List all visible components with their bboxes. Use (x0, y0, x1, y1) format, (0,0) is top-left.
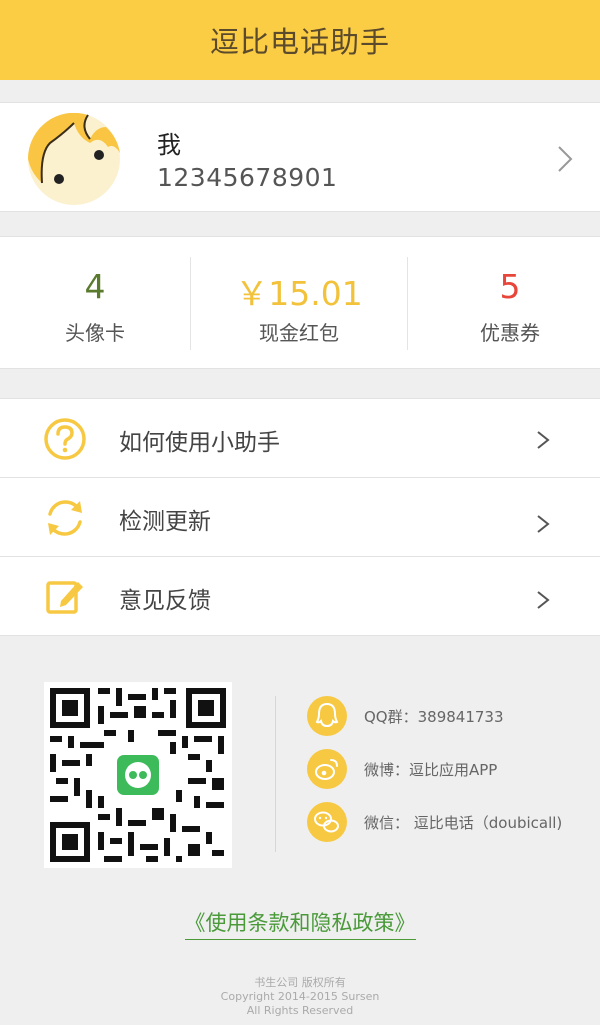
user-phone: 12345678901 (157, 163, 338, 192)
qr-code (44, 682, 232, 868)
footer-line: Copyright 2014-2015 Sursen (220, 990, 380, 1003)
footer-line: 书生公司 版权所有 (254, 976, 346, 989)
contact-qq: QQ群：389841733 (306, 694, 504, 738)
copyright-footer: 书生公司 版权所有 Copyright 2014-2015 Sursen All… (0, 976, 600, 1018)
page-title: 逗比电话助手 (209, 25, 390, 59)
profile-card[interactable]: 我 12345678901 (0, 102, 600, 212)
footer-line: All Rights Reserved (246, 1004, 354, 1017)
terms-privacy-link[interactable]: 《使用条款和隐私政策》 (184, 911, 416, 940)
stat-value: 5 (499, 267, 521, 306)
refresh-icon (48, 500, 82, 536)
stat-label: 现金红包 (259, 321, 339, 345)
stat-cash-red-packet[interactable]: ￥15.01 现金红包 (191, 237, 407, 370)
terms-link-row: 《使用条款和隐私政策》 (0, 907, 600, 940)
contact-weibo: 微博：逗比应用APP (306, 747, 497, 791)
chevron-right-icon (537, 515, 550, 533)
stat-avatar-cards[interactable]: 4 头像卡 (0, 237, 190, 370)
contact-wechat: 微信： 逗比电话（doubicall) (306, 800, 562, 844)
contact-text: QQ群：389841733 (364, 707, 504, 726)
edit-icon (46, 581, 83, 614)
qq-icon (307, 696, 347, 736)
stat-value: ￥15.01 (235, 274, 363, 313)
chevron-right-icon (537, 591, 550, 609)
settings-menu: 如何使用小助手 检测更新 意见反馈 (0, 398, 600, 636)
wechat-icon (307, 802, 347, 842)
stat-label: 优惠券 (480, 321, 540, 345)
contact-text: 微博：逗比应用APP (364, 760, 498, 779)
help-circle-icon (44, 418, 86, 460)
contact-text: 微信： 逗比电话（doubicall) (364, 813, 563, 832)
stat-label: 头像卡 (65, 321, 125, 345)
chevron-right-icon (558, 146, 573, 172)
menu-item-how-to-use[interactable]: 如何使用小助手 (0, 399, 600, 478)
app-header: 逗比电话助手 (0, 0, 600, 80)
menu-item-label: 如何使用小助手 (119, 430, 280, 456)
menu-item-feedback[interactable]: 意见反馈 (0, 557, 600, 636)
menu-item-label: 检测更新 (119, 509, 211, 535)
menu-item-check-update[interactable]: 检测更新 (0, 478, 600, 557)
user-name: 我 (157, 131, 181, 159)
avatar (28, 113, 120, 205)
weibo-icon (307, 749, 347, 789)
stats-panel: 4 头像卡 ￥15.01 现金红包 5 优惠券 (0, 236, 600, 369)
stat-value: 4 (84, 267, 106, 306)
chevron-right-icon (537, 431, 550, 449)
stat-coupons[interactable]: 5 优惠券 (408, 237, 600, 370)
divider (275, 696, 276, 852)
menu-item-label: 意见反馈 (119, 588, 211, 614)
